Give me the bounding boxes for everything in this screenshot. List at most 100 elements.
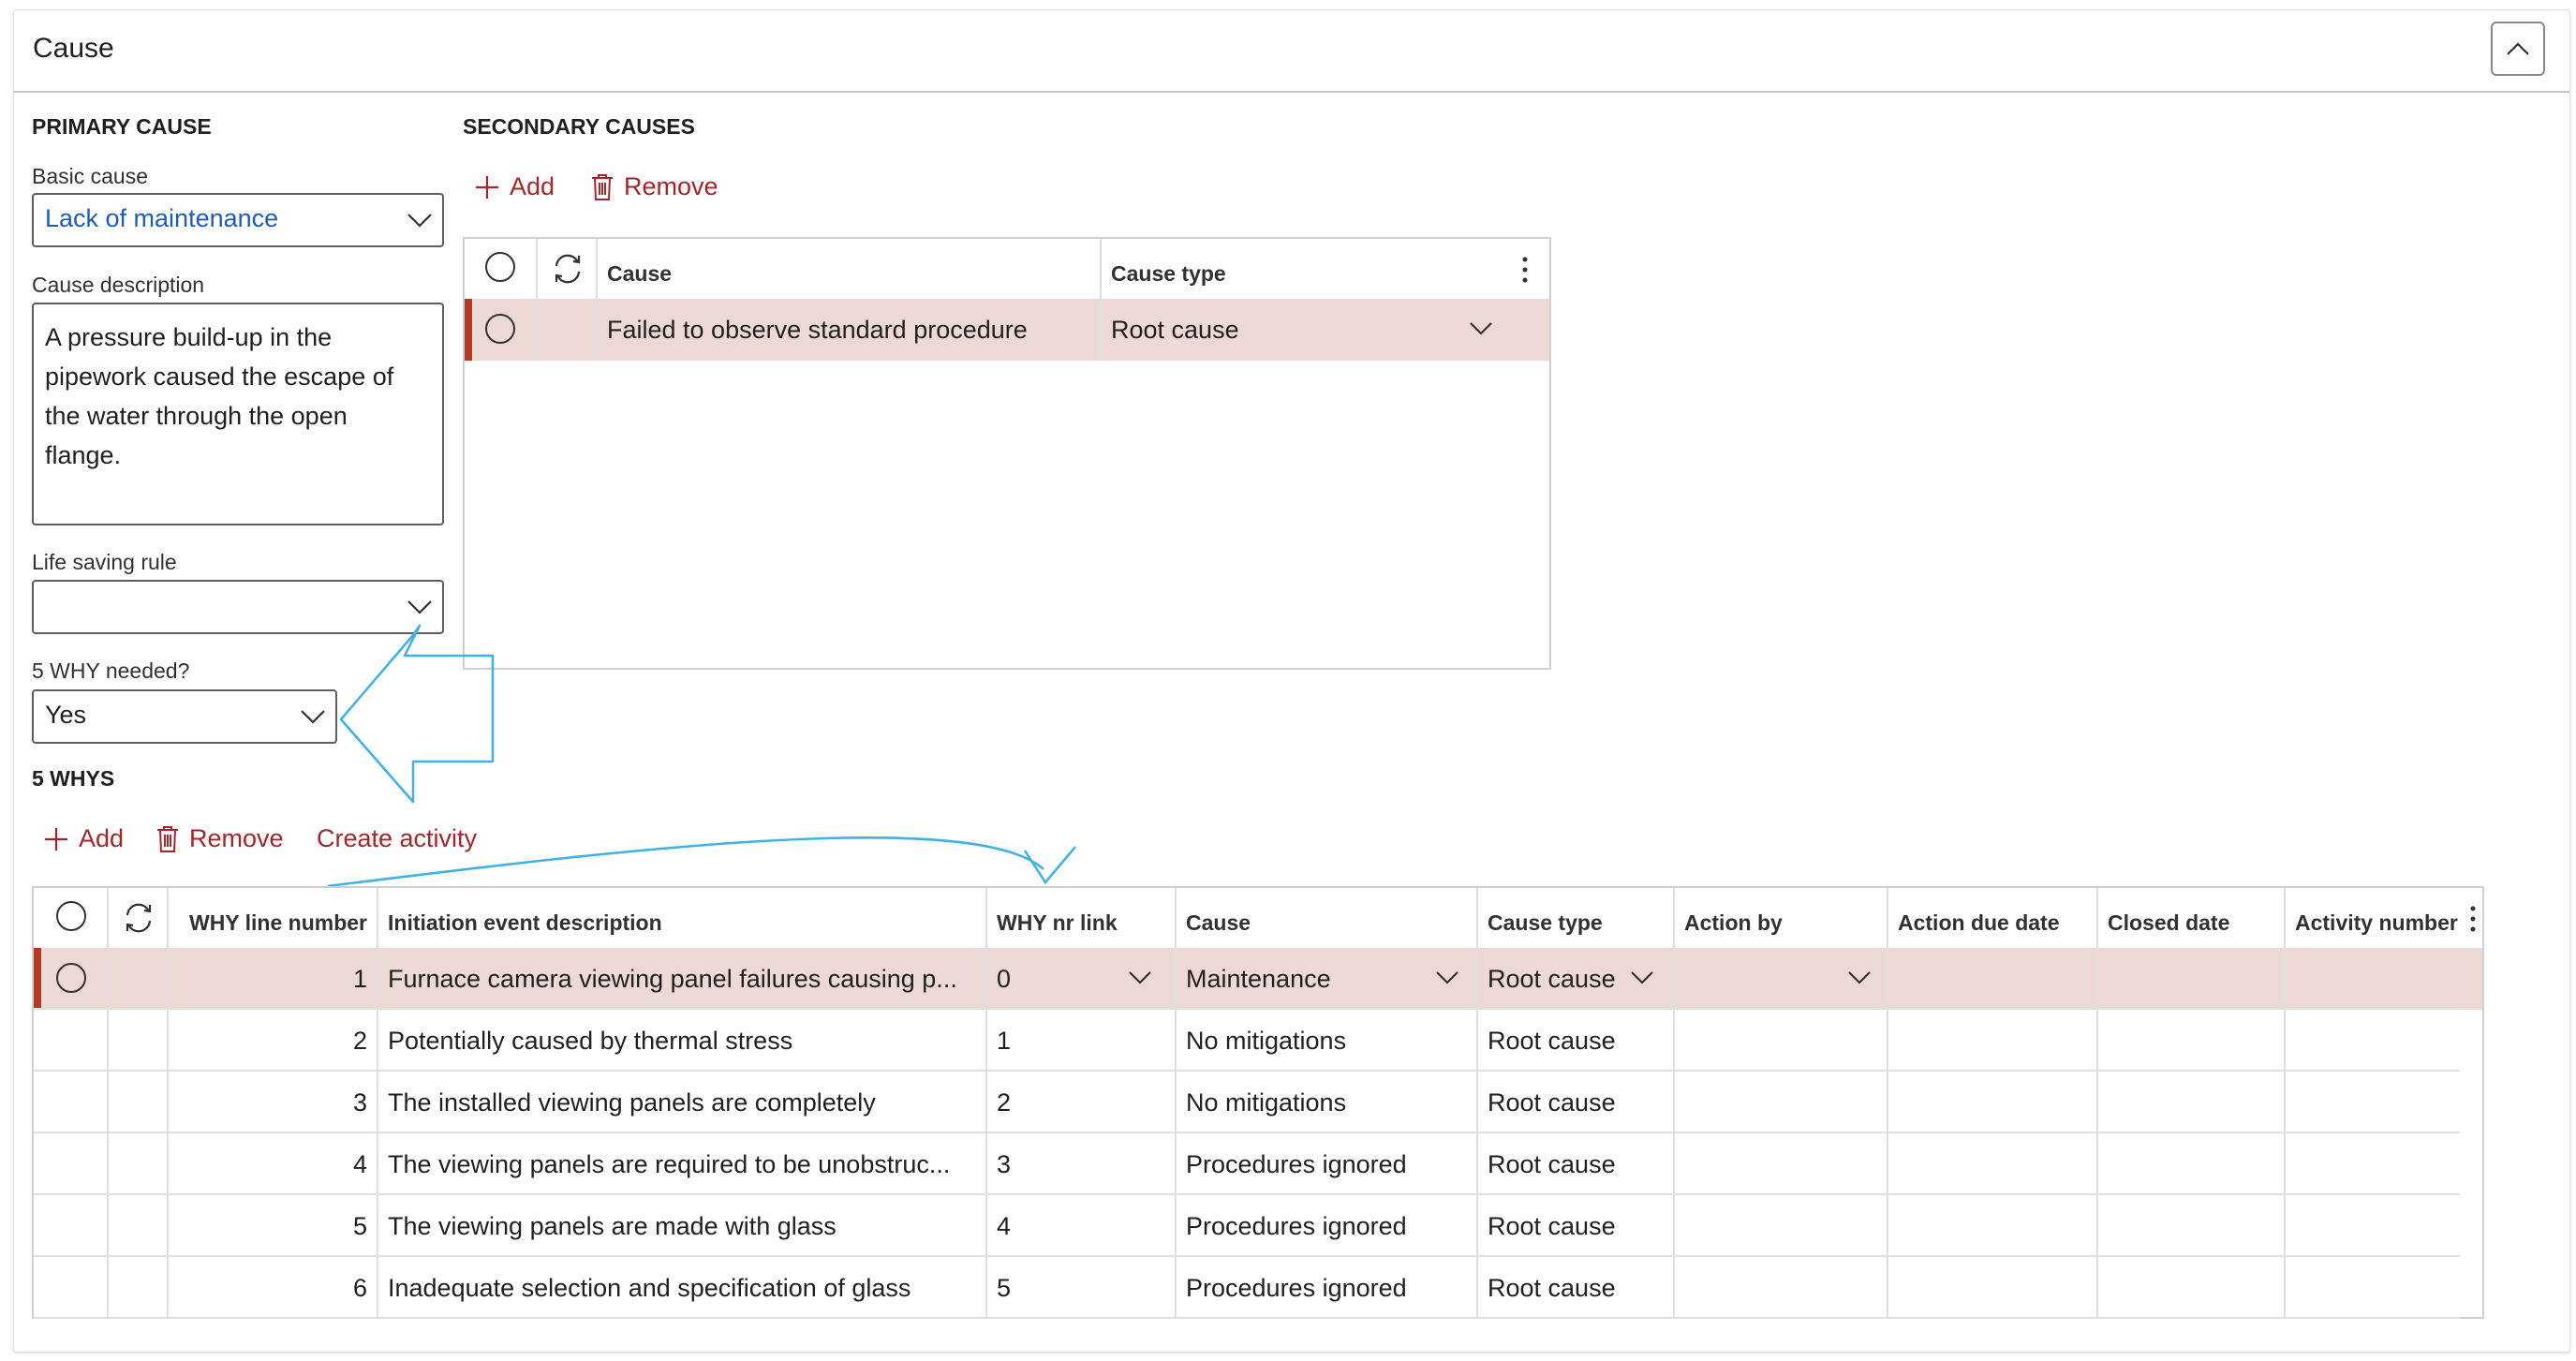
action-by-header-cell[interactable]: Action by [1675, 888, 1888, 948]
line-number-cell[interactable]: 3 [169, 1072, 378, 1133]
action-by-cell[interactable] [1675, 948, 1888, 1010]
action-by-cell[interactable] [1675, 1072, 1888, 1133]
secondary-add-button[interactable]: Add [474, 172, 555, 201]
cause-type-value: Root cause [1488, 1212, 1616, 1240]
action-by-cell[interactable] [1675, 1010, 1888, 1072]
cause-cell[interactable]: Procedures ignored [1177, 1133, 1478, 1195]
line-number-cell[interactable]: 4 [169, 1133, 378, 1195]
cause-type-cell[interactable]: Root cause [1478, 1072, 1675, 1133]
line-number-cell[interactable]: 5 [169, 1195, 378, 1257]
five-why-needed-dropdown[interactable]: Yes [32, 689, 337, 744]
closed-date-header-cell[interactable]: Closed date [2098, 888, 2286, 948]
action-by-cell[interactable] [1675, 1257, 1888, 1319]
nr-link-cell[interactable]: 5 [987, 1257, 1177, 1319]
cause-type-cell[interactable]: Root cause [1478, 1010, 1675, 1072]
activity-number-header-cell[interactable]: Activity number [2286, 888, 2482, 948]
closed-date-cell[interactable] [2098, 948, 2286, 1010]
nr-link-cell[interactable]: 3 [987, 1133, 1177, 1195]
action-due-date-header-cell[interactable]: Action due date [1888, 888, 2098, 948]
closed-date-cell[interactable] [2098, 1195, 2286, 1257]
nr-link-cell[interactable]: 2 [987, 1072, 1177, 1133]
whys-add-button[interactable]: Add [43, 824, 124, 853]
cause-type-cell[interactable]: Root cause [1478, 1195, 1675, 1257]
activity-number-cell[interactable] [2286, 1257, 2482, 1319]
select-all-radio-icon[interactable] [485, 252, 515, 282]
description-header-cell[interactable]: Initiation event description [378, 888, 987, 948]
action-due-date-cell[interactable] [1888, 1195, 2098, 1257]
action-by-cell[interactable] [1675, 1133, 1888, 1195]
closed-date-cell[interactable] [2098, 1010, 2286, 1072]
secondary-cause-cell[interactable]: Failed to observe standard procedure [598, 299, 1102, 361]
table-row[interactable]: 3 The installed viewing panels are comple… [34, 1072, 2482, 1133]
action-due-date-cell[interactable] [1888, 1133, 2098, 1195]
closed-date-cell[interactable] [2098, 1257, 2286, 1319]
activity-number-cell[interactable] [2286, 948, 2482, 1010]
nr-link-cell[interactable]: 1 [987, 1010, 1177, 1072]
activity-number-cell[interactable] [2286, 1133, 2482, 1195]
activity-number-cell[interactable] [2286, 1195, 2482, 1257]
chevron-down-icon[interactable] [1435, 970, 1459, 985]
collapse-button[interactable] [2491, 22, 2545, 76]
select-all-radio-icon[interactable] [56, 901, 86, 931]
cause-type-header-cell[interactable]: Cause type [1102, 239, 1549, 299]
secondary-cause-type-cell[interactable]: Root cause [1102, 299, 1549, 361]
more-vertical-icon[interactable] [2469, 905, 2477, 933]
whys-remove-button[interactable]: Remove [155, 824, 284, 853]
description-cell[interactable]: Inadequate selection and specification o… [378, 1257, 987, 1319]
action-due-date-cell[interactable] [1888, 948, 2098, 1010]
row-radio-icon[interactable] [56, 963, 86, 993]
closed-date-cell[interactable] [2098, 1133, 2286, 1195]
cause-type-header-cell[interactable]: Cause type [1478, 888, 1675, 948]
nr-link-cell[interactable]: 4 [987, 1195, 1177, 1257]
refresh-icon[interactable] [551, 252, 585, 286]
description-cell[interactable]: The viewing panels are required to be un… [378, 1133, 987, 1195]
cause-type-cell[interactable]: Root cause [1478, 1257, 1675, 1319]
closed-date-cell[interactable] [2098, 1072, 2286, 1133]
table-row[interactable]: 1 Furnace camera viewing panel failures c… [34, 948, 2482, 1010]
table-row[interactable]: 6 Inadequate selection and specification … [34, 1257, 2482, 1319]
description-cell[interactable]: Furnace camera viewing panel failures ca… [378, 948, 987, 1010]
cause-cell[interactable]: No mitigations [1177, 1072, 1478, 1133]
line-number-cell[interactable]: 2 [169, 1010, 378, 1072]
description-cell[interactable]: The viewing panels are made with glass [378, 1195, 987, 1257]
nr-link-value: 3 [997, 1150, 1012, 1178]
line-number-header-cell[interactable]: WHY line number [169, 888, 378, 948]
secondary-row[interactable]: Failed to observe standard procedure Roo… [465, 299, 1549, 361]
line-number-header-label: WHY line number [189, 910, 367, 935]
chevron-down-icon[interactable] [1630, 970, 1654, 985]
table-row[interactable]: 4 The viewing panels are required to be u… [34, 1133, 2482, 1195]
refresh-icon[interactable] [122, 901, 155, 935]
table-row[interactable]: 2 Potentially caused by thermal stress 1 No… [34, 1010, 2482, 1072]
chevron-down-icon[interactable] [1847, 970, 1872, 985]
row-radio-icon[interactable] [485, 314, 515, 344]
cause-type-cell[interactable]: Root cause [1478, 948, 1675, 1010]
secondary-remove-button[interactable]: Remove [590, 172, 718, 201]
cause-type-cell[interactable]: Root cause [1478, 1133, 1675, 1195]
cause-cell[interactable]: No mitigations [1177, 1010, 1478, 1072]
cause-header-cell[interactable]: Cause [1177, 888, 1478, 948]
more-vertical-icon[interactable] [1521, 256, 1529, 284]
description-cell[interactable]: Potentially caused by thermal stress [378, 1010, 987, 1072]
nr-link-header-cell[interactable]: WHY nr link [987, 888, 1177, 948]
basic-cause-dropdown[interactable]: Lack of maintenance [32, 193, 444, 247]
activity-number-cell[interactable] [2286, 1010, 2482, 1072]
cause-description-textarea[interactable]: A pressure build-up in the pipework caus… [32, 303, 444, 525]
nr-link-cell[interactable]: 0 [987, 948, 1177, 1010]
cause-cell[interactable]: Procedures ignored [1177, 1257, 1478, 1319]
description-cell[interactable]: The installed viewing panels are complet… [378, 1072, 987, 1133]
line-number-cell[interactable]: 6 [169, 1257, 378, 1319]
secondary-header-row: Cause Cause type [465, 239, 1549, 301]
cause-cell[interactable]: Procedures ignored [1177, 1195, 1478, 1257]
cause-cell[interactable]: Maintenance [1177, 948, 1478, 1010]
chevron-down-icon[interactable] [1469, 321, 1493, 336]
line-number-cell[interactable]: 1 [169, 948, 378, 1010]
create-activity-button[interactable]: Create activity [317, 824, 477, 853]
chevron-down-icon[interactable] [1128, 970, 1152, 985]
activity-number-cell[interactable] [2286, 1072, 2482, 1133]
action-due-date-cell[interactable] [1888, 1072, 2098, 1133]
cause-header-cell[interactable]: Cause [598, 239, 1102, 299]
action-due-date-cell[interactable] [1888, 1257, 2098, 1319]
action-due-date-cell[interactable] [1888, 1010, 2098, 1072]
action-by-cell[interactable] [1675, 1195, 1888, 1257]
table-row[interactable]: 5 The viewing panels are made with glass 4… [34, 1195, 2482, 1257]
